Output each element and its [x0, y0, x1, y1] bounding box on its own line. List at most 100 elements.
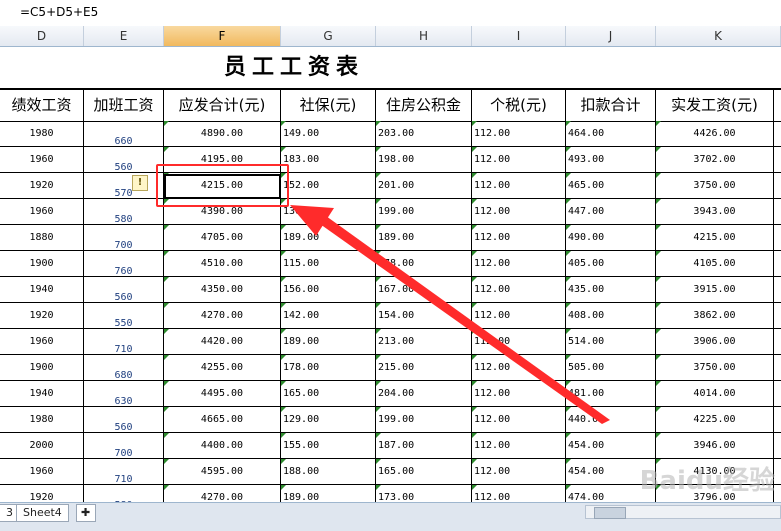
table-cell[interactable]: 187.00 [376, 433, 472, 459]
table-cell[interactable]: 454.00 [566, 433, 656, 459]
table-cell[interactable]: 189.00 [376, 225, 472, 251]
table-cell[interactable]: 112.00 [472, 407, 566, 433]
table-cell[interactable]: 112.00 [472, 459, 566, 485]
table-cell[interactable]: 1960 [0, 147, 84, 173]
table-cell[interactable]: 1960 [0, 459, 84, 485]
table-cell[interactable]: 481.00 [566, 381, 656, 407]
header-cell[interactable]: 住房公积金 [376, 90, 472, 121]
table-cell[interactable]: 203.00 [376, 121, 472, 147]
header-cell[interactable]: 绩效工资 [0, 90, 84, 121]
table-cell[interactable]: 560 [84, 407, 164, 433]
header-cell[interactable]: 实发工资(元) [656, 90, 774, 121]
table-cell[interactable]: 189.00 [281, 225, 376, 251]
table-cell[interactable]: 570 [84, 173, 164, 199]
table-cell[interactable]: 465.00 [566, 173, 656, 199]
table-cell[interactable]: 3862.00 [656, 303, 774, 329]
table-cell[interactable]: 201.00 [376, 173, 472, 199]
table-cell[interactable]: 1980 [0, 121, 84, 147]
column-header-f[interactable]: F [164, 26, 281, 46]
column-header-j[interactable]: J [566, 26, 656, 46]
table-cell[interactable]: 112.00 [472, 329, 566, 355]
column-header-h[interactable]: H [376, 26, 472, 46]
table-cell[interactable]: 580 [84, 199, 164, 225]
table-cell[interactable]: 112.00 [472, 485, 566, 502]
table-cell[interactable]: 178.00 [281, 355, 376, 381]
worksheet-grid[interactable]: 员工工资表 绩效工资 加班工资 应发合计(元) 社保(元) 住房公积金 个税(元… [0, 46, 781, 502]
table-cell[interactable]: 580 [84, 485, 164, 502]
formula-bar[interactable]: =C5+D5+E5 [0, 0, 781, 27]
table-cell[interactable]: 4420.00 [164, 329, 281, 355]
table-cell[interactable]: 112.00 [472, 355, 566, 381]
table-cell[interactable]: 550 [84, 303, 164, 329]
table-cell[interactable]: 136.00 [281, 199, 376, 225]
table-cell[interactable]: 680 [84, 355, 164, 381]
table-cell[interactable]: 408.00 [566, 303, 656, 329]
table-cell[interactable]: 188.00 [281, 459, 376, 485]
table-cell[interactable]: 490.00 [566, 225, 656, 251]
table-cell[interactable]: 560 [84, 147, 164, 173]
table-cell[interactable]: 142.00 [281, 303, 376, 329]
table-cell[interactable]: 700 [84, 433, 164, 459]
table-cell[interactable]: 152.00 [281, 173, 376, 199]
table-cell[interactable]: 189.00 [281, 485, 376, 502]
table-cell[interactable]: 4510.00 [164, 251, 281, 277]
table-cell[interactable]: 4255.00 [164, 355, 281, 381]
table-cell[interactable]: 1920 [0, 303, 84, 329]
table-cell[interactable]: 155.00 [281, 433, 376, 459]
table-cell[interactable]: 3946.00 [656, 433, 774, 459]
table-cell[interactable]: 3750.00 [656, 173, 774, 199]
table-cell[interactable]: 3915.00 [656, 277, 774, 303]
table-cell[interactable]: 3943.00 [656, 199, 774, 225]
table-cell[interactable]: 4705.00 [164, 225, 281, 251]
table-cell[interactable]: 198.00 [376, 147, 472, 173]
table-cell[interactable]: 447.00 [566, 199, 656, 225]
table-cell[interactable]: 204.00 [376, 381, 472, 407]
table-cell[interactable]: 4400.00 [164, 433, 281, 459]
table-cell[interactable]: 1960 [0, 329, 84, 355]
table-cell[interactable]: 505.00 [566, 355, 656, 381]
table-cell[interactable]: 156.00 [281, 277, 376, 303]
table-cell[interactable]: 4890.00 [164, 121, 281, 147]
table-cell[interactable]: 112.00 [472, 199, 566, 225]
table-cell[interactable]: 178.00 [376, 251, 472, 277]
table-cell[interactable]: 112.00 [472, 303, 566, 329]
table-cell[interactable]: 405.00 [566, 251, 656, 277]
insert-sheet-icon[interactable]: ✚ [76, 504, 96, 522]
table-cell[interactable]: 3750.00 [656, 355, 774, 381]
table-cell[interactable]: 560 [84, 277, 164, 303]
table-cell[interactable]: 4105.00 [656, 251, 774, 277]
table-cell[interactable]: 4014.00 [656, 381, 774, 407]
table-cell[interactable]: 183.00 [281, 147, 376, 173]
column-header-i[interactable]: I [472, 26, 566, 46]
table-cell[interactable]: 4270.00 [164, 303, 281, 329]
table-cell[interactable]: 199.00 [376, 407, 472, 433]
header-cell[interactable]: 加班工资 [84, 90, 164, 121]
error-warning-icon[interactable]: ! [132, 175, 148, 191]
table-cell[interactable]: 1900 [0, 355, 84, 381]
table-cell[interactable]: 112.00 [472, 173, 566, 199]
column-header-e[interactable]: E [84, 26, 164, 46]
table-cell[interactable]: 173.00 [376, 485, 472, 502]
table-cell[interactable]: 1900 [0, 251, 84, 277]
table-cell[interactable]: 165.00 [281, 381, 376, 407]
table-cell[interactable]: 1880 [0, 225, 84, 251]
table-cell[interactable]: 112.00 [472, 251, 566, 277]
table-cell[interactable]: 710 [84, 329, 164, 355]
table-cell[interactable]: 440.00 [566, 407, 656, 433]
table-cell[interactable]: 4495.00 [164, 381, 281, 407]
table-cell[interactable]: 700 [84, 225, 164, 251]
table-cell[interactable]: 4270.00 [164, 485, 281, 502]
table-cell[interactable]: 1960 [0, 199, 84, 225]
table-cell[interactable]: 1920 [0, 485, 84, 502]
table-cell[interactable]: 3702.00 [656, 147, 774, 173]
table-cell[interactable]: 213.00 [376, 329, 472, 355]
table-cell[interactable]: 710 [84, 459, 164, 485]
column-header-d[interactable]: D [0, 26, 84, 46]
formula-text[interactable]: =C5+D5+E5 [20, 5, 98, 19]
column-header-k[interactable]: K [656, 26, 781, 46]
table-cell[interactable]: 112.00 [472, 277, 566, 303]
table-cell[interactable]: 4595.00 [164, 459, 281, 485]
table-cell[interactable]: 630 [84, 381, 164, 407]
table-cell[interactable]: 4215.00 [656, 225, 774, 251]
header-cell[interactable]: 扣款合计 [566, 90, 656, 121]
